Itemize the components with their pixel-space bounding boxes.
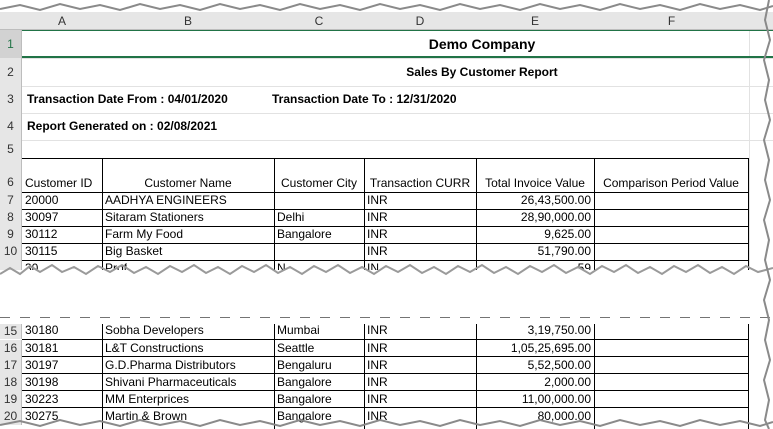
spreadsheet: A B C D E F 1 2 3 4 5 6 7 8 9 10 Demo Co…: [0, 0, 773, 429]
torn-frame: [0, 0, 773, 429]
